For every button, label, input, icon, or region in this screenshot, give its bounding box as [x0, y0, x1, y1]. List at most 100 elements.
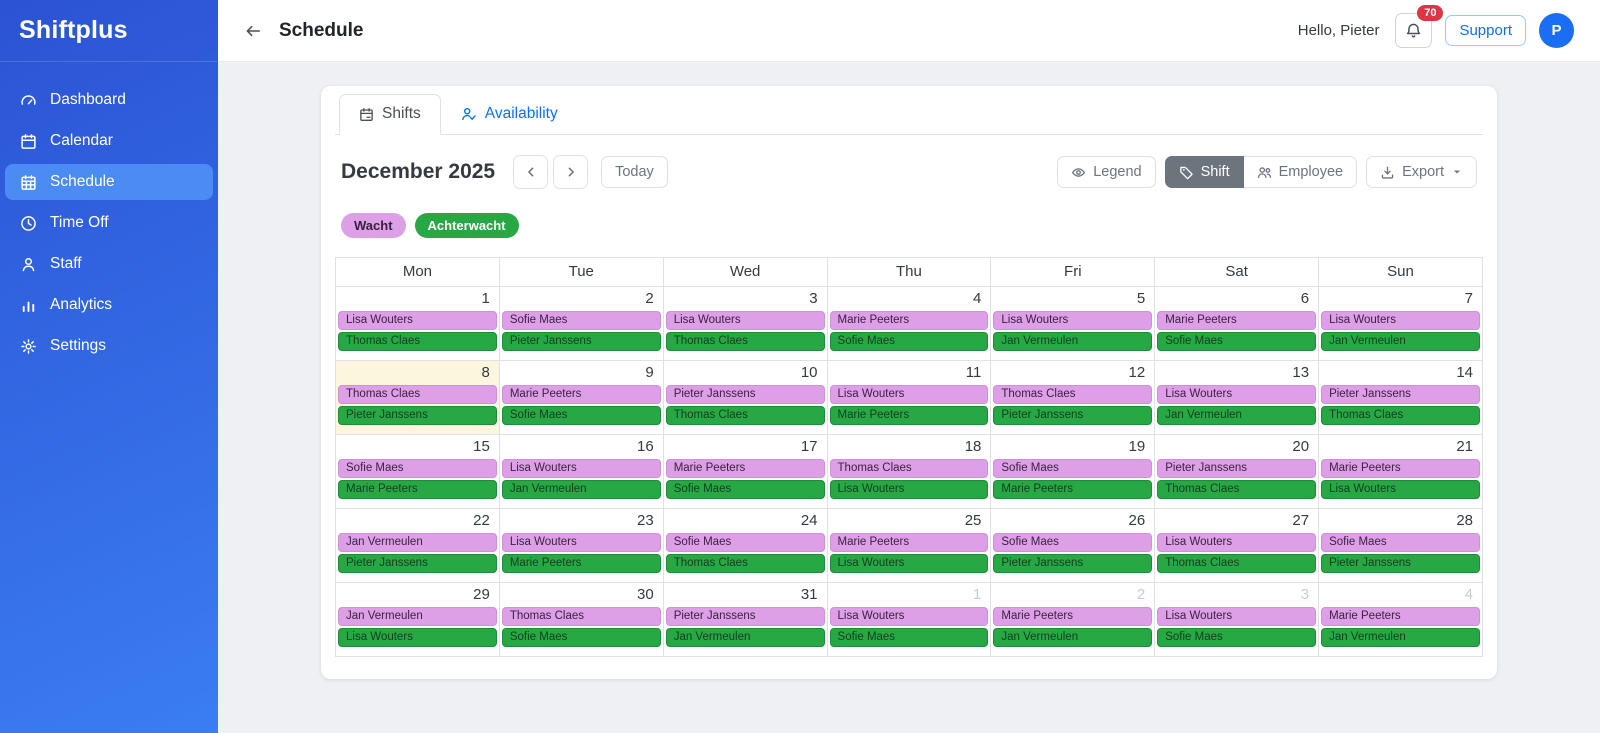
shift-bar-achterwacht[interactable]: Thomas Claes: [338, 332, 497, 351]
shift-bar-achterwacht[interactable]: Pieter Janssens: [993, 406, 1153, 425]
shift-bar-achterwacht[interactable]: Pieter Janssens: [338, 554, 497, 573]
shift-bar-wacht[interactable]: Marie Peeters: [501, 385, 661, 404]
export-button[interactable]: Export: [1366, 156, 1477, 188]
shift-bar-achterwacht[interactable]: Sofie Maes: [501, 628, 661, 647]
calendar-day[interactable]: 20 Pieter Janssens Thomas Claes: [1154, 434, 1320, 509]
shift-bar-wacht[interactable]: Pieter Janssens: [665, 607, 825, 626]
calendar-day[interactable]: 6 Marie Peeters Sofie Maes: [1154, 286, 1320, 361]
calendar-day[interactable]: 8 Thomas Claes Pieter Janssens: [335, 360, 500, 435]
shift-bar-achterwacht[interactable]: Jan Vermeulen: [1321, 332, 1480, 351]
shift-bar-achterwacht[interactable]: Jan Vermeulen: [1321, 628, 1480, 647]
shift-bar-wacht[interactable]: Jan Vermeulen: [338, 607, 497, 626]
calendar-day[interactable]: 31 Pieter Janssens Jan Vermeulen: [662, 582, 828, 657]
shift-bar-wacht[interactable]: Thomas Claes: [829, 459, 989, 478]
shift-bar-achterwacht[interactable]: Thomas Claes: [665, 332, 825, 351]
shift-bar-achterwacht[interactable]: Jan Vermeulen: [1157, 406, 1317, 425]
shift-bar-wacht[interactable]: Lisa Wouters: [665, 311, 825, 330]
sidebar-item-dashboard[interactable]: Dashboard: [5, 82, 213, 118]
shift-bar-achterwacht[interactable]: Marie Peeters: [993, 480, 1153, 499]
shift-bar-achterwacht[interactable]: Lisa Wouters: [1321, 480, 1480, 499]
shift-bar-achterwacht[interactable]: Lisa Wouters: [829, 480, 989, 499]
shift-bar-wacht[interactable]: Sofie Maes: [338, 459, 497, 478]
back-arrow-icon[interactable]: [244, 22, 262, 40]
shift-bar-achterwacht[interactable]: Sofie Maes: [501, 406, 661, 425]
shift-bar-wacht[interactable]: Thomas Claes: [501, 607, 661, 626]
shift-bar-achterwacht[interactable]: Jan Vermeulen: [993, 628, 1153, 647]
shift-bar-wacht[interactable]: Lisa Wouters: [501, 533, 661, 552]
calendar-day[interactable]: 11 Lisa Wouters Marie Peeters: [826, 360, 992, 435]
shift-bar-achterwacht[interactable]: Thomas Claes: [665, 554, 825, 573]
calendar-day[interactable]: 15 Sofie Maes Marie Peeters: [335, 434, 500, 509]
shift-bar-wacht[interactable]: Sofie Maes: [993, 533, 1153, 552]
shift-bar-achterwacht[interactable]: Thomas Claes: [1157, 480, 1317, 499]
shift-bar-wacht[interactable]: Marie Peeters: [829, 533, 989, 552]
support-button[interactable]: Support: [1445, 15, 1526, 46]
sidebar-item-time-off[interactable]: Time Off: [5, 205, 213, 241]
shift-bar-wacht[interactable]: Marie Peeters: [665, 459, 825, 478]
shift-bar-wacht[interactable]: Marie Peeters: [1157, 311, 1317, 330]
shift-bar-achterwacht[interactable]: Sofie Maes: [1157, 332, 1317, 351]
shift-bar-achterwacht[interactable]: Lisa Wouters: [338, 628, 497, 647]
shift-bar-achterwacht[interactable]: Sofie Maes: [1157, 628, 1317, 647]
prev-month-button[interactable]: [513, 155, 549, 189]
calendar-day[interactable]: 3 Lisa Wouters Thomas Claes: [662, 286, 828, 361]
shift-bar-achterwacht[interactable]: Pieter Janssens: [338, 406, 497, 425]
shift-bar-wacht[interactable]: Lisa Wouters: [1157, 385, 1317, 404]
calendar-day[interactable]: 14 Pieter Janssens Thomas Claes: [1318, 360, 1483, 435]
calendar-day[interactable]: 4 Marie Peeters Jan Vermeulen: [1318, 582, 1483, 657]
shift-bar-wacht[interactable]: Lisa Wouters: [1157, 607, 1317, 626]
shift-bar-achterwacht[interactable]: Sofie Maes: [665, 480, 825, 499]
view-shift-button[interactable]: Shift: [1164, 156, 1244, 188]
calendar-day[interactable]: 25 Marie Peeters Lisa Wouters: [826, 508, 992, 583]
calendar-day[interactable]: 17 Marie Peeters Sofie Maes: [662, 434, 828, 509]
shift-bar-achterwacht[interactable]: Thomas Claes: [1157, 554, 1317, 573]
legend-button[interactable]: Legend: [1057, 156, 1156, 188]
calendar-day[interactable]: 27 Lisa Wouters Thomas Claes: [1154, 508, 1320, 583]
shift-bar-wacht[interactable]: Lisa Wouters: [1157, 533, 1317, 552]
calendar-day[interactable]: 9 Marie Peeters Sofie Maes: [498, 360, 664, 435]
sidebar-item-staff[interactable]: Staff: [5, 246, 213, 282]
shift-bar-wacht[interactable]: Lisa Wouters: [501, 459, 661, 478]
shift-bar-wacht[interactable]: Lisa Wouters: [829, 385, 989, 404]
shift-bar-achterwacht[interactable]: Jan Vermeulen: [665, 628, 825, 647]
sidebar-item-calendar[interactable]: Calendar: [5, 123, 213, 159]
calendar-day[interactable]: 24 Sofie Maes Thomas Claes: [662, 508, 828, 583]
calendar-day[interactable]: 5 Lisa Wouters Jan Vermeulen: [990, 286, 1156, 361]
shift-bar-achterwacht[interactable]: Thomas Claes: [665, 406, 825, 425]
shift-bar-achterwacht[interactable]: Pieter Janssens: [993, 554, 1153, 573]
calendar-day[interactable]: 3 Lisa Wouters Sofie Maes: [1154, 582, 1320, 657]
shift-bar-wacht[interactable]: Marie Peeters: [993, 607, 1153, 626]
shift-bar-wacht[interactable]: Marie Peeters: [1321, 459, 1480, 478]
shift-bar-wacht[interactable]: Pieter Janssens: [1321, 385, 1480, 404]
shift-bar-wacht[interactable]: Jan Vermeulen: [338, 533, 497, 552]
calendar-day[interactable]: 16 Lisa Wouters Jan Vermeulen: [498, 434, 664, 509]
calendar-day[interactable]: 21 Marie Peeters Lisa Wouters: [1318, 434, 1483, 509]
view-employee-button[interactable]: Employee: [1243, 156, 1358, 188]
shift-bar-wacht[interactable]: Sofie Maes: [993, 459, 1153, 478]
calendar-day[interactable]: 19 Sofie Maes Marie Peeters: [990, 434, 1156, 509]
shift-bar-achterwacht[interactable]: Jan Vermeulen: [993, 332, 1153, 351]
tab-shifts[interactable]: Shifts: [339, 94, 441, 135]
calendar-day[interactable]: 28 Sofie Maes Pieter Janssens: [1318, 508, 1483, 583]
notifications-button[interactable]: 70: [1395, 5, 1444, 48]
shift-bar-wacht[interactable]: Sofie Maes: [501, 311, 661, 330]
calendar-day[interactable]: 13 Lisa Wouters Jan Vermeulen: [1154, 360, 1320, 435]
shift-bar-achterwacht[interactable]: Sofie Maes: [829, 332, 989, 351]
user-avatar[interactable]: P: [1539, 13, 1574, 48]
calendar-day[interactable]: 23 Lisa Wouters Marie Peeters: [498, 508, 664, 583]
shift-bar-wacht[interactable]: Sofie Maes: [665, 533, 825, 552]
shift-bar-wacht[interactable]: Thomas Claes: [993, 385, 1153, 404]
calendar-day[interactable]: 7 Lisa Wouters Jan Vermeulen: [1318, 286, 1483, 361]
calendar-day[interactable]: 26 Sofie Maes Pieter Janssens: [990, 508, 1156, 583]
calendar-day[interactable]: 18 Thomas Claes Lisa Wouters: [826, 434, 992, 509]
next-month-button[interactable]: [553, 155, 589, 189]
shift-bar-achterwacht[interactable]: Marie Peeters: [829, 406, 989, 425]
calendar-day[interactable]: 10 Pieter Janssens Thomas Claes: [662, 360, 828, 435]
calendar-day[interactable]: 2 Marie Peeters Jan Vermeulen: [990, 582, 1156, 657]
shift-bar-wacht[interactable]: Marie Peeters: [829, 311, 989, 330]
shift-bar-wacht[interactable]: Lisa Wouters: [1321, 311, 1480, 330]
shift-bar-wacht[interactable]: Thomas Claes: [338, 385, 497, 404]
shift-bar-achterwacht[interactable]: Pieter Janssens: [501, 332, 661, 351]
shift-bar-achterwacht[interactable]: Sofie Maes: [829, 628, 989, 647]
calendar-day[interactable]: 1 Lisa Wouters Thomas Claes: [335, 286, 500, 361]
